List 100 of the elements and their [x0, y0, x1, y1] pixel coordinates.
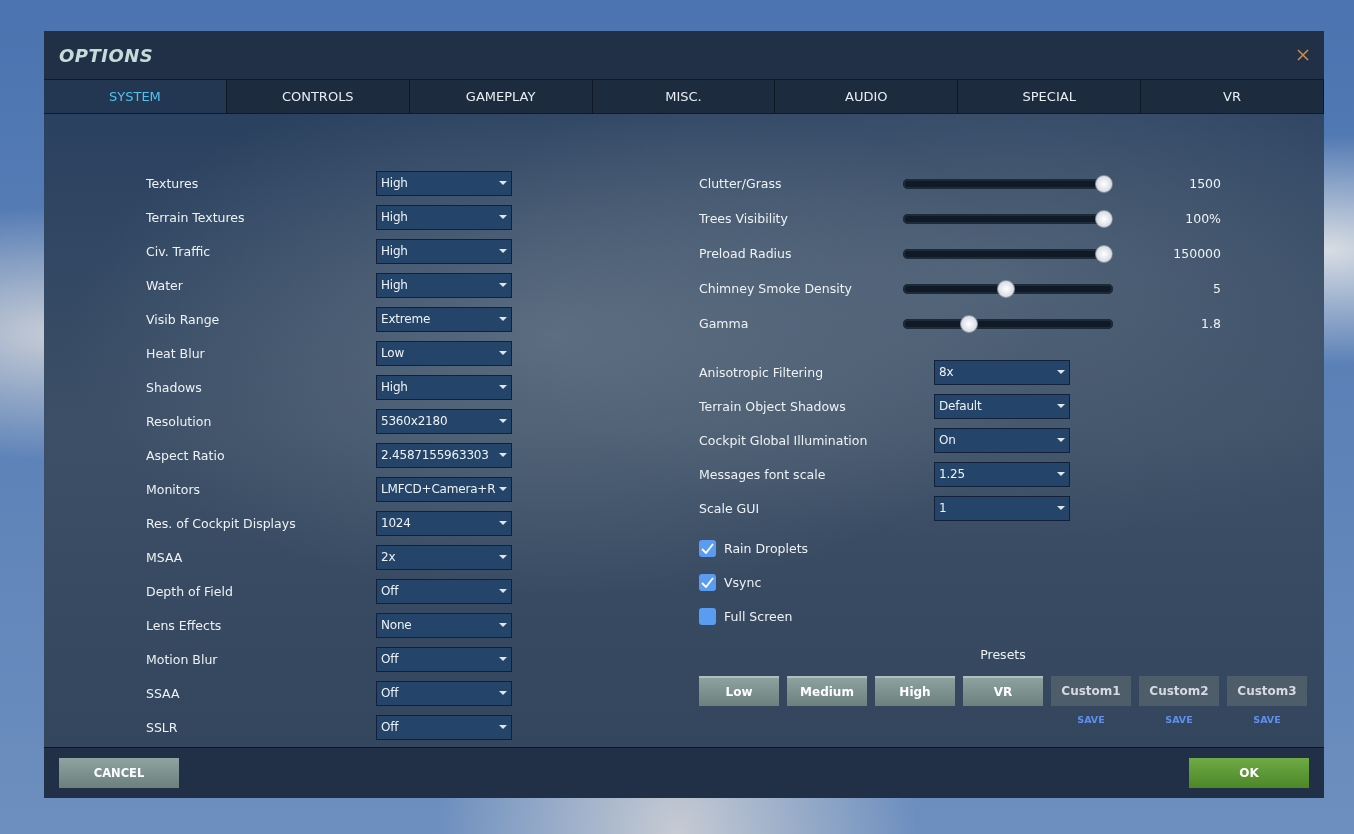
caret-icon: [499, 691, 507, 695]
setting-label: Res. of Cockpit Displays: [146, 515, 297, 531]
slider-label: Gamma: [699, 316, 750, 331]
caret-icon: [499, 317, 507, 321]
setting-label: Motion Blur: [146, 651, 219, 667]
setting-label: Monitors: [146, 481, 202, 497]
caret-icon: [1057, 370, 1065, 374]
dropdown[interactable]: 1: [934, 495, 1070, 521]
caret-icon: [499, 215, 507, 219]
setting-label: Terrain Textures: [146, 209, 246, 225]
tab[interactable]: SYSTEM: [44, 80, 227, 113]
setting-label: SSLR: [146, 719, 179, 735]
dropdown[interactable]: Off: [376, 646, 512, 672]
checkbox[interactable]: [699, 607, 716, 625]
tab[interactable]: AUDIO: [775, 80, 959, 113]
caret-icon: [499, 623, 507, 627]
slider-value: 1.8: [1200, 316, 1221, 331]
window-title: OPTIONS: [59, 44, 154, 66]
close-icon[interactable]: [1296, 48, 1310, 62]
caret-icon: [499, 385, 507, 389]
setting-label: Heat Blur: [146, 345, 206, 361]
checkbox-label: Vsync: [724, 574, 762, 590]
setting-label: Civ. Traffic: [146, 243, 212, 259]
caret-icon: [499, 419, 507, 423]
preset-button[interactable]: Custom2: [1139, 676, 1219, 706]
presets-label: Presets: [979, 647, 1027, 662]
slider-label: Trees Visibility: [699, 211, 789, 226]
setting-label: Terrain Object Shadows: [699, 398, 847, 414]
setting-label: Textures: [146, 175, 200, 191]
caret-icon: [499, 657, 507, 661]
dropdown[interactable]: 1.25: [934, 461, 1070, 487]
dropdown[interactable]: On: [934, 427, 1070, 453]
slider-label: Chimney Smoke Density: [699, 281, 854, 296]
dropdown[interactable]: Off: [376, 714, 512, 740]
preset-button[interactable]: Custom1: [1051, 676, 1131, 706]
caret-icon: [499, 487, 507, 491]
dropdown[interactable]: None: [376, 612, 512, 638]
caret-icon: [499, 521, 507, 525]
preset-button[interactable]: Custom3: [1227, 676, 1307, 706]
dropdown[interactable]: Extreme: [376, 306, 512, 332]
caret-icon: [499, 249, 507, 253]
dropdown[interactable]: 8x: [934, 359, 1070, 385]
caret-icon: [499, 283, 507, 287]
slider-value: 5: [1212, 281, 1221, 296]
dropdown[interactable]: Off: [376, 680, 512, 706]
setting-label: Shadows: [146, 379, 203, 395]
caret-icon: [1057, 404, 1065, 408]
dropdown[interactable]: 1024: [376, 510, 512, 536]
dropdown[interactable]: Default: [934, 393, 1070, 419]
dropdown[interactable]: 2.4587155963303: [376, 442, 512, 468]
tab[interactable]: SPECIAL: [958, 80, 1142, 113]
caret-icon: [1057, 506, 1065, 510]
slider-value: 1500: [1188, 176, 1221, 191]
dropdown[interactable]: High: [376, 204, 512, 230]
caret-icon: [499, 725, 507, 729]
setting-label: Water: [146, 277, 184, 293]
setting-label: Visib Range: [146, 311, 221, 327]
setting-label: Aspect Ratio: [146, 447, 226, 463]
tab[interactable]: VR: [1141, 80, 1324, 113]
dropdown[interactable]: High: [376, 374, 512, 400]
setting-label: Cockpit Global Illumination: [699, 432, 869, 448]
caret-icon: [1057, 472, 1065, 476]
caret-icon: [499, 555, 507, 559]
setting-label: Depth of Field: [146, 583, 234, 599]
setting-label: SSAA: [146, 685, 181, 701]
tab[interactable]: MISC.: [592, 80, 776, 113]
caret-icon: [1057, 438, 1065, 442]
caret-icon: [499, 453, 507, 457]
dropdown[interactable]: Low: [376, 340, 512, 366]
checkbox[interactable]: [699, 573, 716, 591]
setting-label: Messages font scale: [699, 466, 827, 482]
dropdown[interactable]: 2x: [376, 544, 512, 570]
slider-label: Clutter/Grass: [699, 176, 783, 191]
tab[interactable]: GAMEPLAY: [409, 80, 593, 113]
slider-label: Preload Radius: [699, 246, 793, 261]
dropdown[interactable]: 5360x2180: [376, 408, 512, 434]
slider-thumb[interactable]: [1095, 174, 1113, 193]
setting-label: Lens Effects: [146, 617, 223, 633]
dropdown[interactable]: LMFCD+Camera+R: [376, 476, 512, 502]
dropdown[interactable]: High: [376, 238, 512, 264]
slider-thumb[interactable]: [997, 279, 1015, 298]
setting-label: Scale GUI: [699, 500, 761, 516]
slider-thumb[interactable]: [959, 314, 978, 333]
dropdown[interactable]: High: [376, 272, 512, 298]
dropdown[interactable]: Off: [376, 578, 512, 604]
setting-label: Anisotropic Filtering: [699, 364, 825, 380]
checkbox-label: Rain Droplets: [724, 540, 809, 556]
caret-icon: [499, 181, 507, 185]
dropdown[interactable]: High: [376, 170, 512, 196]
slider-thumb[interactable]: [1095, 244, 1113, 263]
caret-icon: [499, 589, 507, 593]
checkbox[interactable]: [699, 539, 716, 557]
setting-label: Resolution: [146, 413, 213, 429]
tab[interactable]: CONTROLS: [226, 80, 410, 113]
slider-value: 100%: [1184, 211, 1221, 226]
checkbox-label: Full Screen: [724, 608, 793, 624]
slider-thumb[interactable]: [1095, 209, 1113, 228]
caret-icon: [499, 351, 507, 355]
slider-value: 150000: [1172, 246, 1221, 261]
setting-label: MSAA: [146, 549, 184, 565]
